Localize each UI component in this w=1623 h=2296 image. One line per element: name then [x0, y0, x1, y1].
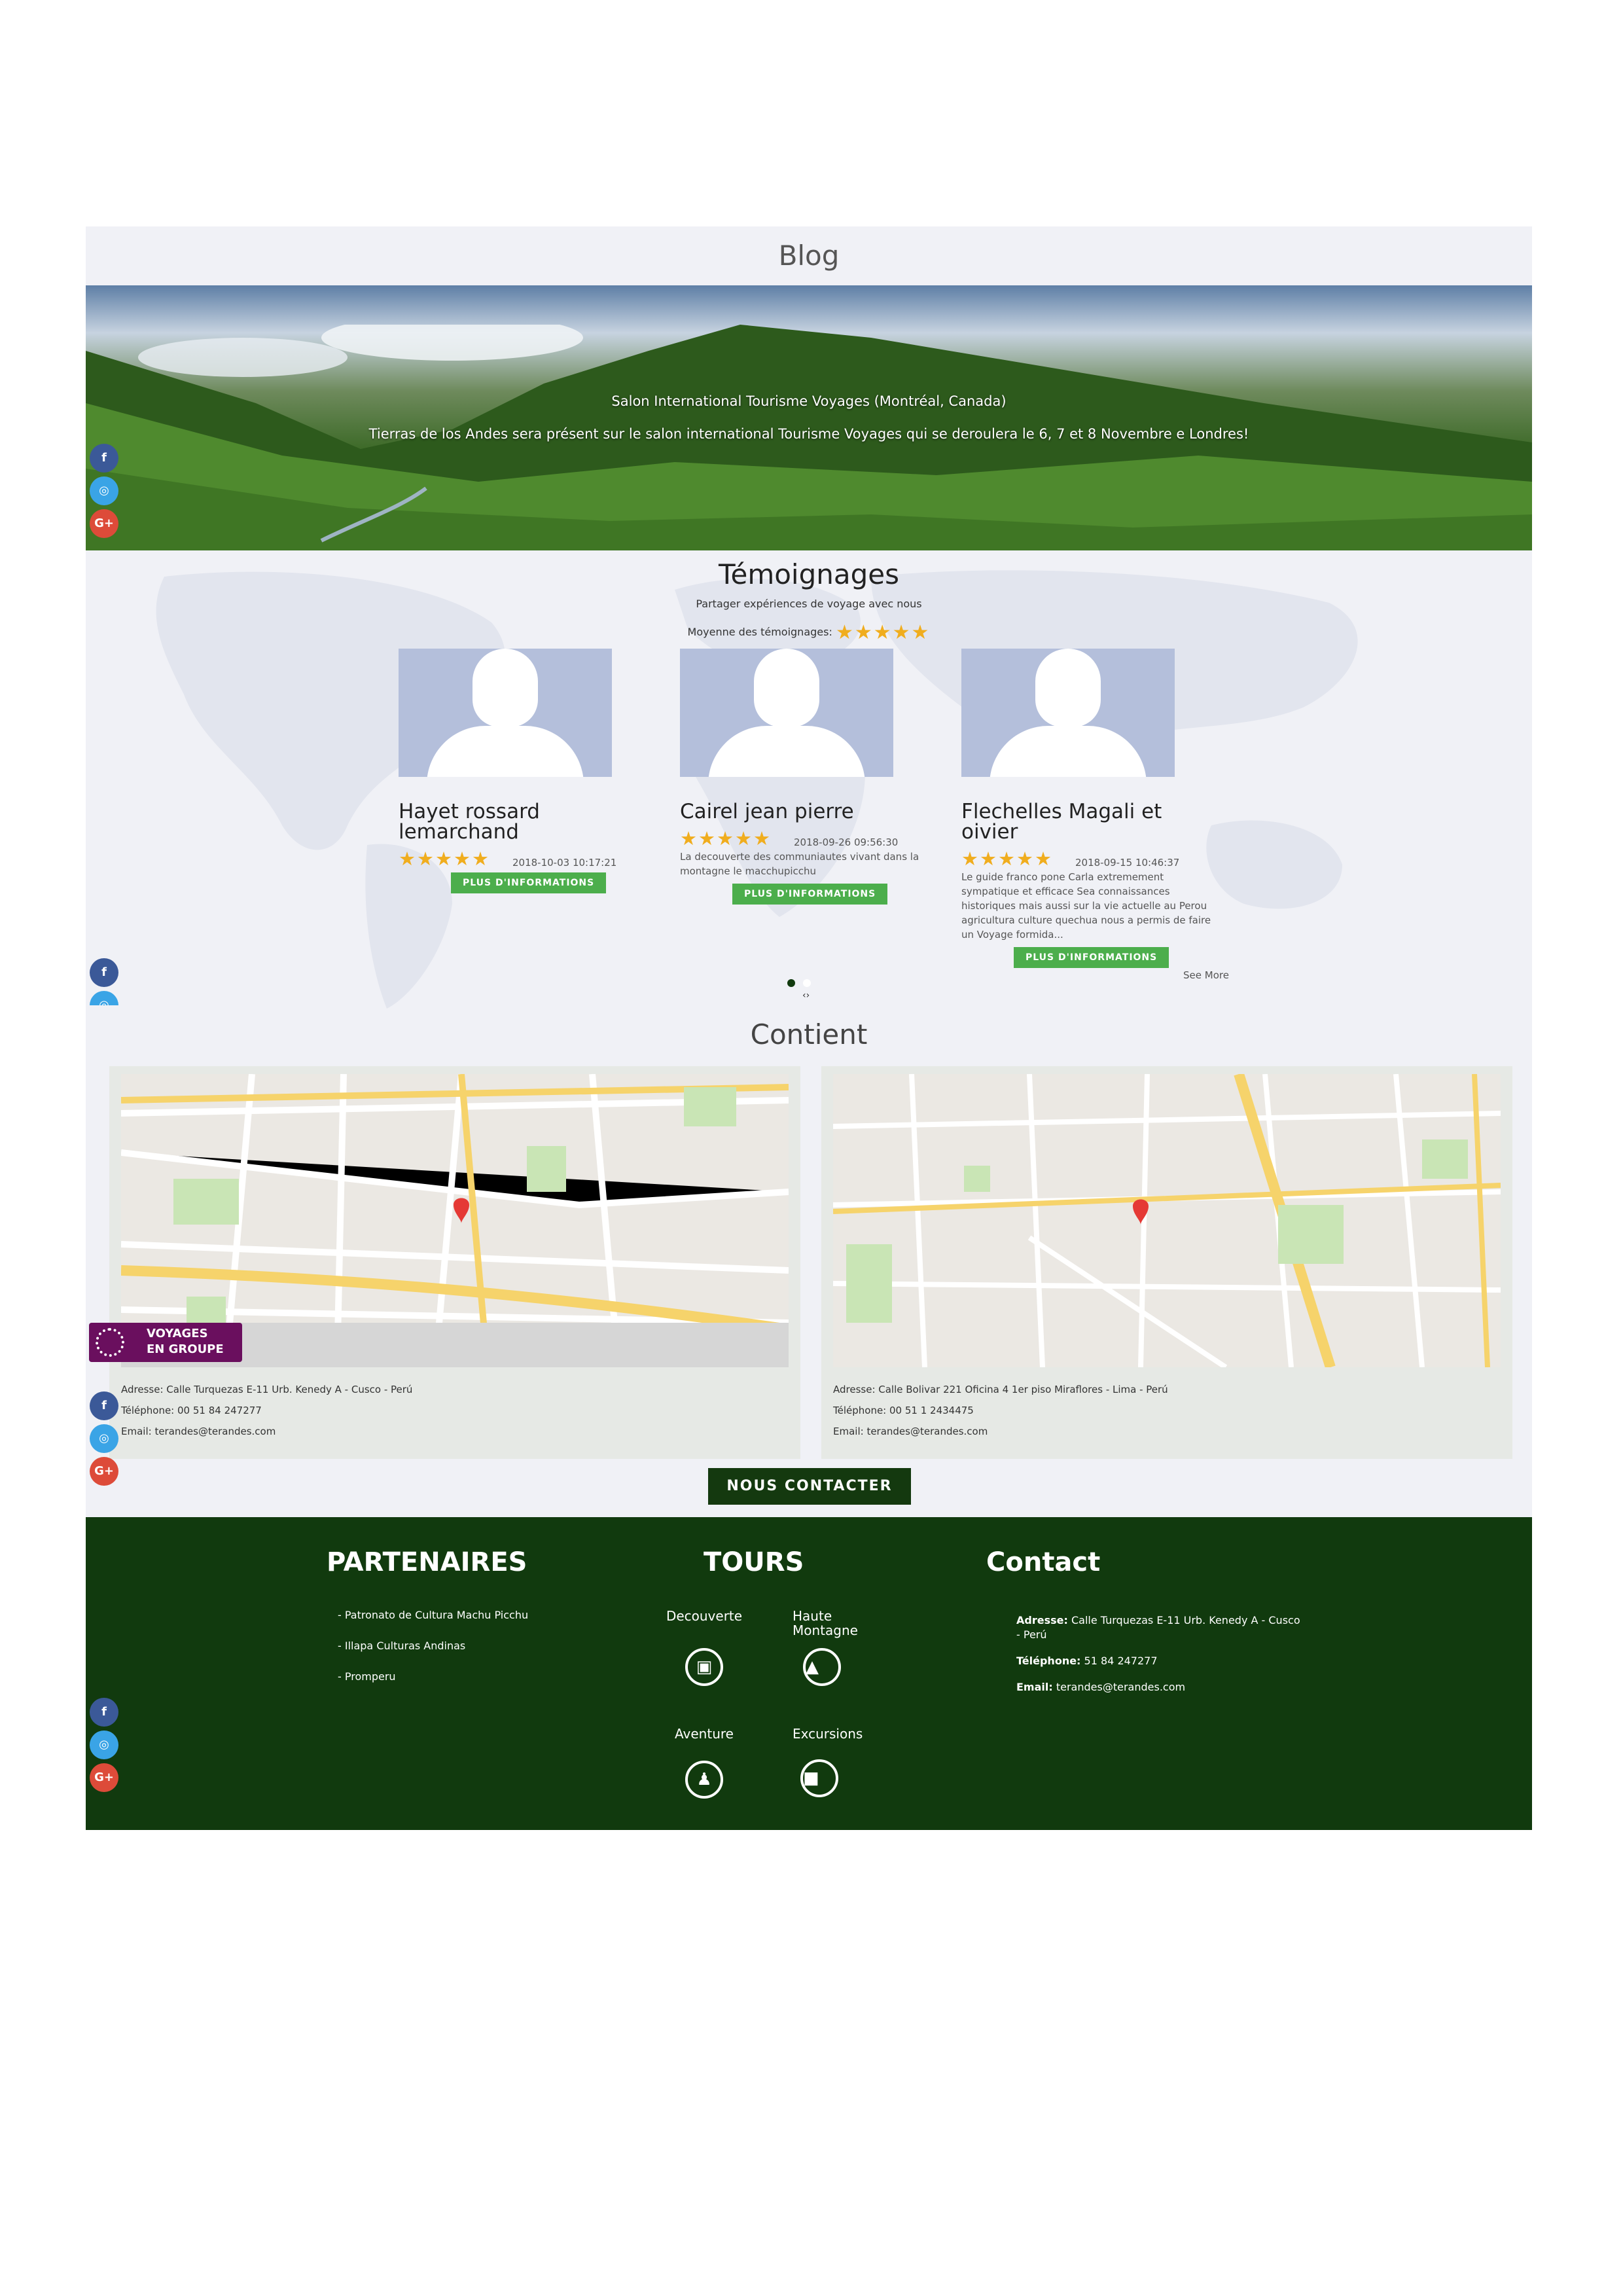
blog-post-headline[interactable]: Salon International Tourisme Voyages (Mo… — [86, 393, 1532, 409]
testimonial-card: Cairel jean pierre ★★★★★ 2018-09-26 09:56… — [680, 649, 942, 905]
testimonial-author: Hayet rossard lemarchand — [399, 800, 540, 844]
average-rating-stars: ★★★★★ — [835, 621, 931, 644]
footer-email[interactable]: terandes@terandes.com — [1056, 1681, 1185, 1693]
tour-excursions[interactable]: Excursions ■ — [793, 1727, 884, 1797]
testimonial-date: 2018-09-15 10:46:37 — [1075, 856, 1180, 869]
rating-stars: ★★★★★ — [399, 848, 490, 870]
office-email[interactable]: Email: terandes@terandes.com — [121, 1426, 789, 1437]
footer-contact-info: Adresse: Calle Turquezas E-11 Urb. Kened… — [1016, 1614, 1300, 1693]
office-address: Adresse: Calle Turquezas E-11 Urb. Kened… — [121, 1384, 413, 1395]
partner-link[interactable]: - Patronato de Cultura Machu Picchu — [338, 1609, 528, 1621]
testimonials-section: Témoignages Partager expériences de voya… — [86, 550, 1532, 1015]
more-info-button[interactable]: PLUS D'INFORMATIONS — [451, 872, 607, 893]
testimonial-card: Hayet rossard lemarchand ★★★★★ 2018-10-03… — [399, 649, 660, 893]
group-travel-badge[interactable]: VOYAGES EN GROUPE — [89, 1323, 242, 1362]
blog-post-text: Tierras de los Andes sera présent sur le… — [368, 426, 1249, 442]
more-info-button[interactable]: PLUS D'INFORMATIONS — [732, 884, 888, 905]
testimonial-date: 2018-10-03 10:17:21 — [512, 856, 617, 869]
partners-title: PARTENAIRES — [327, 1547, 527, 1577]
carousel-dot-active[interactable] — [787, 979, 795, 987]
facebook-icon[interactable]: f — [90, 1698, 118, 1727]
facebook-icon[interactable]: f — [90, 444, 118, 473]
average-label: Moyenne des témoignages: — [687, 626, 832, 638]
tour-decouverte[interactable]: Decouverte ▣ — [655, 1609, 753, 1686]
avatar — [680, 649, 893, 777]
offices-section-title: Contient — [750, 1018, 868, 1050]
office-email[interactable]: Email: terandes@terandes.com — [833, 1426, 1501, 1437]
footer-phone: 51 84 247277 — [1084, 1655, 1158, 1667]
page-content: Blog Salon International Tourisme Voyage… — [86, 226, 1532, 1830]
backpack-icon: ▣ — [685, 1648, 723, 1686]
rating-stars: ★★★★★ — [680, 827, 772, 850]
office-address: Adresse: Calle Bolivar 221 Oficina 4 1er… — [833, 1384, 1168, 1395]
tours-title: TOURS — [704, 1547, 804, 1577]
testimonial-text: Le guide franco pone Carla extremement s… — [961, 871, 1211, 941]
contact-title: Contact — [986, 1547, 1101, 1577]
google-plus-icon[interactable]: G+ — [90, 1457, 118, 1486]
instagram-icon[interactable]: ◎ — [90, 991, 118, 1005]
facebook-icon[interactable]: f — [90, 1391, 118, 1420]
group-circle-icon — [96, 1328, 124, 1357]
testimonial-author: Cairel jean pierre — [680, 800, 854, 823]
partners-list: - Patronato de Cultura Machu Picchu - Il… — [338, 1609, 528, 1701]
partner-link[interactable]: - Promperu — [338, 1670, 528, 1683]
street-map — [833, 1074, 1501, 1367]
office-phone: Téléphone: 00 51 84 247277 — [121, 1405, 262, 1416]
facebook-icon[interactable]: f — [90, 958, 118, 987]
carousel-arrows[interactable]: ‹› — [802, 990, 810, 1001]
see-more-link[interactable]: See More — [1183, 969, 1229, 981]
social-share-bar: f ◎ G+ — [90, 444, 118, 542]
tour-haute-montagne[interactable]: Haute Montagne ▲ — [793, 1609, 878, 1686]
office-phone: Téléphone: 00 51 1 2434475 — [833, 1405, 974, 1416]
testimonial-text: La decouverte des communiautes vivant da… — [680, 851, 919, 877]
carousel-dot[interactable] — [803, 979, 811, 987]
rating-stars: ★★★★★ — [961, 848, 1053, 870]
more-info-button[interactable]: PLUS D'INFORMATIONS — [1014, 947, 1169, 968]
instagram-icon[interactable]: ◎ — [90, 476, 118, 505]
social-share-bar: f ◎ — [90, 958, 118, 1005]
carousel-dots — [787, 977, 819, 990]
tour-aventure[interactable]: Aventure ♟ — [655, 1727, 753, 1799]
instagram-icon[interactable]: ◎ — [90, 1424, 118, 1453]
office-map-lima[interactable] — [833, 1074, 1501, 1367]
instagram-icon[interactable]: ◎ — [90, 1731, 118, 1759]
mountain-icon: ▲ — [803, 1648, 841, 1686]
testimonials-average: Moyenne des témoignages: ★★★★★ — [86, 621, 1532, 644]
partner-link[interactable]: - Illapa Culturas Andinas — [338, 1640, 528, 1652]
office-card-lima: Adresse: Calle Bolivar 221 Oficina 4 1er… — [821, 1066, 1512, 1459]
hiker-icon: ♟ — [685, 1761, 723, 1799]
google-plus-icon[interactable]: G+ — [90, 509, 118, 538]
bus-icon: ■ — [800, 1759, 838, 1797]
testimonial-author: Flechelles Magali et oivier — [961, 800, 1162, 844]
social-share-bar: f ◎ G+ — [90, 1391, 118, 1490]
contact-us-button[interactable]: NOUS CONTACTER — [708, 1468, 911, 1505]
blog-hero-banner[interactable]: Salon International Tourisme Voyages (Mo… — [86, 285, 1532, 550]
testimonial-card: Flechelles Magali et oivier ★★★★★ 2018-09… — [961, 649, 1223, 968]
testimonials-title: Témoignages — [718, 558, 900, 590]
avatar — [961, 649, 1175, 777]
testimonials-subtitle: Partager expériences de voyage avec nous — [696, 598, 922, 610]
google-plus-icon[interactable]: G+ — [90, 1763, 118, 1792]
social-share-bar: f ◎ G+ — [90, 1698, 118, 1796]
blog-title: Blog — [778, 240, 840, 272]
footer: PARTENAIRES - Patronato de Cultura Machu… — [86, 1517, 1532, 1830]
office-card-cusco: Adresse: Calle Turquezas E-11 Urb. Kened… — [109, 1066, 800, 1459]
avatar — [399, 649, 612, 777]
testimonial-date: 2018-09-26 09:56:30 — [794, 836, 899, 848]
